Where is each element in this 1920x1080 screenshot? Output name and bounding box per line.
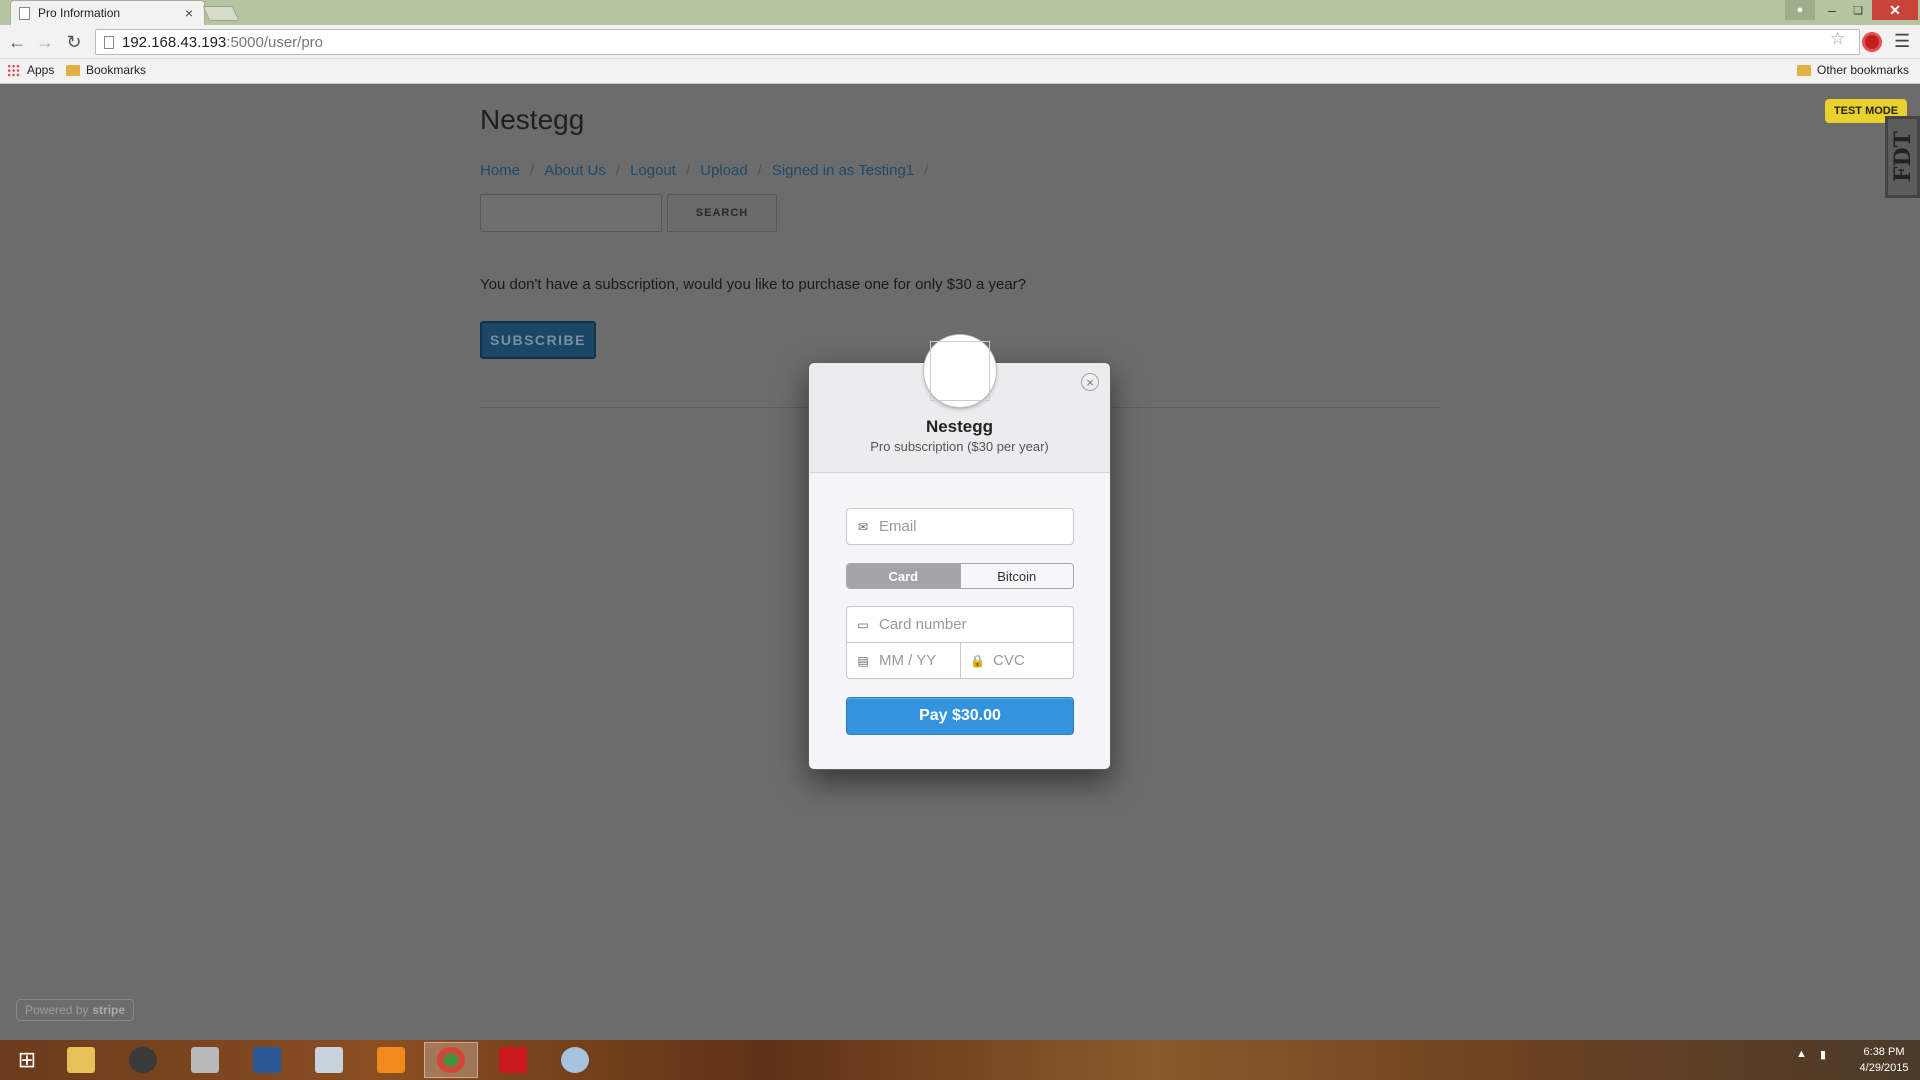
site-title: Nestegg — [480, 104, 585, 135]
breadcrumb: Home / About Us / Logout / Upload / Signed i… — [480, 162, 929, 179]
fdt-label: FDT — [1889, 131, 1916, 183]
payment-method-toggle: Card Bitcoin — [846, 563, 1074, 589]
acrobat-icon[interactable] — [486, 1042, 540, 1078]
tab-card[interactable]: Card — [847, 564, 960, 588]
page-icon — [104, 35, 114, 49]
checkout-header: × Nestegg Pro subscription ($30 per year… — [809, 335, 1110, 473]
apps-label: Apps — [27, 63, 55, 77]
page-favicon-icon — [19, 6, 30, 20]
url-host: 192.168.43.193 — [122, 33, 227, 51]
new-tab-button[interactable] — [202, 6, 240, 21]
search-button[interactable]: SEARCH — [667, 194, 777, 232]
windows-taskbar: ⊞ ▲ ▮ 6:38 PM 4/29/2015 — [0, 1040, 1920, 1080]
system-clock[interactable]: 6:38 PM 4/29/2015 — [1850, 1044, 1918, 1076]
subscribe-button[interactable]: SUBSCRIBE — [480, 321, 596, 359]
subscription-message: You don't have a subscription, would you… — [480, 276, 1026, 293]
broken-image-icon — [930, 341, 990, 401]
powered-by-label: Powered by — [25, 1003, 89, 1017]
fdt-side-tab[interactable]: FDT — [1885, 116, 1920, 198]
merchant-name: Nestegg — [925, 417, 994, 436]
envelope-icon: ✉ — [857, 519, 869, 534]
reload-icon[interactable]: ↻ — [62, 30, 86, 54]
merchant-logo — [924, 335, 996, 407]
menu-icon[interactable]: ☰ — [1894, 31, 1910, 52]
url-path: :5000/user/pro — [226, 33, 324, 51]
minimize-icon[interactable]: – — [1820, 0, 1844, 20]
pay-button[interactable]: Pay $30.00 — [846, 697, 1074, 735]
email-field[interactable]: ✉ Email — [846, 508, 1074, 545]
search-input[interactable] — [480, 194, 662, 232]
product-description: Pro subscription ($30 per year) — [870, 439, 1049, 454]
expiry-field[interactable]: ▤ MM / YY — [846, 642, 961, 679]
vlc-icon[interactable] — [364, 1042, 418, 1078]
email-placeholder: Email — [879, 518, 917, 535]
other-bookmarks[interactable]: Other bookmarks — [1797, 63, 1909, 77]
browser-tab[interactable]: Pro Information × — [10, 0, 205, 25]
nav-signed-in-user[interactable]: Signed in as Testing1 — [772, 162, 914, 179]
lock-icon: 🔒 — [970, 653, 985, 668]
calendar-icon: ▤ — [857, 653, 869, 668]
checkout-modal: × Nestegg Pro subscription ($30 per year… — [808, 335, 1111, 770]
credit-card-icon: ▭ — [857, 617, 869, 632]
folder-icon — [66, 64, 80, 76]
apps-shortcut[interactable]: Apps — [7, 63, 54, 77]
firewall-icon[interactable] — [178, 1042, 232, 1078]
browser-toolbar: ← → ↻ 192.168.43.193:5000/user/pro ☆ ☰ — [0, 25, 1920, 59]
paint-icon[interactable] — [548, 1042, 602, 1078]
apps-grid-icon — [7, 63, 20, 77]
nav-logout[interactable]: Logout — [630, 162, 676, 179]
bookmarks-folder[interactable]: Bookmarks — [66, 63, 146, 77]
tray-chevron-icon[interactable]: ▲ — [1796, 1048, 1807, 1060]
tab-title: Pro Information — [38, 6, 121, 20]
network-icon[interactable]: ▮ — [1820, 1048, 1826, 1061]
cvc-placeholder: CVC — [993, 652, 1025, 669]
chrome-icon[interactable] — [424, 1042, 478, 1078]
clock-date: 4/29/2015 — [1859, 1062, 1909, 1074]
nav-about-us[interactable]: About Us — [544, 162, 606, 179]
powered-by-stripe[interactable]: Powered by stripe — [16, 999, 135, 1021]
card-number-placeholder: Card number — [879, 616, 967, 633]
file-explorer-icon[interactable] — [54, 1042, 108, 1078]
windows-start-icon[interactable]: ⊞ — [0, 1042, 54, 1078]
bookmarks-bar: Apps Bookmarks Other bookmarks — [0, 59, 1920, 84]
nav-home[interactable]: Home — [480, 162, 520, 179]
cvc-field[interactable]: 🔒 CVC — [960, 642, 1074, 679]
profile-icon[interactable]: ● — [1785, 0, 1815, 20]
address-bar[interactable]: 192.168.43.193:5000/user/pro — [95, 29, 1860, 55]
calculator-icon[interactable] — [302, 1042, 356, 1078]
settings-gear-icon[interactable] — [116, 1042, 170, 1078]
nav-upload[interactable]: Upload — [700, 162, 748, 179]
close-icon[interactable]: × — [1081, 373, 1099, 391]
word-icon[interactable] — [240, 1042, 294, 1078]
forward-icon[interactable]: → — [33, 30, 57, 54]
restore-icon[interactable]: ❏ — [1846, 0, 1870, 20]
folder-icon — [1797, 64, 1811, 76]
star-icon[interactable]: ☆ — [1830, 29, 1845, 49]
tab-bitcoin[interactable]: Bitcoin — [959, 564, 1073, 588]
back-icon[interactable]: ← — [5, 30, 29, 54]
stripe-wordmark: stripe — [92, 1003, 126, 1017]
expiry-placeholder: MM / YY — [879, 652, 937, 669]
other-bookmarks-label: Other bookmarks — [1817, 63, 1910, 77]
extension-icon[interactable] — [1862, 32, 1882, 52]
tab-close-icon[interactable]: × — [182, 5, 196, 21]
tab-strip: Pro Information × ● – ❏ ✕ — [0, 0, 1920, 25]
clock-time: 6:38 PM — [1863, 1046, 1905, 1058]
bookmarks-label: Bookmarks — [86, 63, 147, 77]
window-close-icon[interactable]: ✕ — [1872, 0, 1918, 20]
card-number-field[interactable]: ▭ Card number — [846, 606, 1074, 643]
